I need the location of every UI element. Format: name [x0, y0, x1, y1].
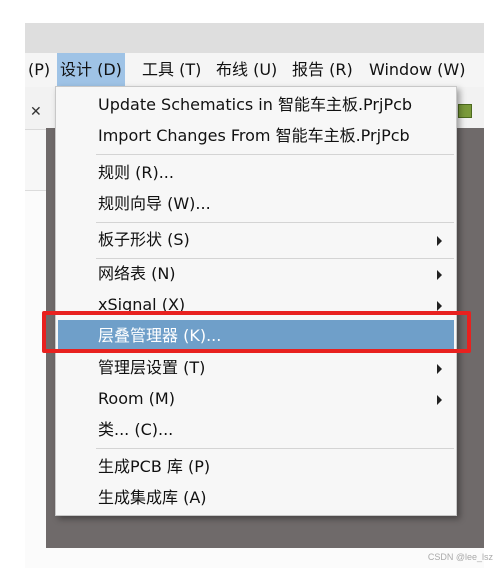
menu-item-label: Update Schematics in 智能车主板.PrjPcb [98, 95, 413, 114]
menu-item-label: 板子形状 (S) [98, 230, 190, 249]
annotation-highlight-box [42, 311, 471, 353]
menu-separator [96, 222, 454, 223]
layer-icon[interactable] [458, 104, 472, 118]
submenu-arrow-icon [437, 301, 442, 311]
submenu-arrow-icon [437, 364, 442, 374]
menu-item-label: 管理层设置 (T) [98, 358, 206, 377]
menu-route[interactable]: 布线 (U) [213, 53, 280, 87]
menu-item-label: 规则向导 (W)... [98, 194, 211, 213]
menu-design[interactable]: 设计 (D) [57, 53, 125, 87]
menu-tools[interactable]: 工具 (T) [139, 53, 204, 87]
menu-separator [96, 448, 454, 449]
menu-item-label: 生成PCB 库 (P) [98, 457, 211, 476]
menu-item-label: Room (M) [98, 389, 175, 408]
menu-item-label: 网络表 (N) [98, 264, 176, 283]
submenu-arrow-icon [437, 270, 442, 280]
menu-item-board-shape[interactable]: 板子形状 (S) [56, 224, 456, 255]
menu-item-classes[interactable]: 类... (C)... [56, 414, 456, 445]
menu-window[interactable]: Window (W) [366, 53, 468, 87]
menu-item-room[interactable]: Room (M) [56, 383, 456, 414]
submenu-arrow-icon [437, 236, 442, 246]
menu-reports[interactable]: 报告 (R) [289, 53, 356, 87]
menu-place[interactable]: (P) [25, 53, 53, 87]
menu-item-rule-wizard[interactable]: 规则向导 (W)... [56, 188, 456, 219]
menu-item-layer-settings[interactable]: 管理层设置 (T) [56, 352, 456, 383]
submenu-arrow-icon [437, 395, 442, 405]
menu-item-netlist[interactable]: 网络表 (N) [56, 258, 456, 289]
menu-item-make-pcb-library[interactable]: 生成PCB 库 (P) [56, 451, 456, 482]
menu-item-rules[interactable]: 规则 (R)... [56, 157, 456, 188]
menu-item-make-integrated-library[interactable]: 生成集成库 (A) [56, 482, 456, 513]
menu-item-label: Import Changes From 智能车主板.PrjPcb [98, 126, 410, 145]
menu-item-label: 生成集成库 (A) [98, 488, 207, 507]
close-icon[interactable]: ✕ [30, 104, 42, 120]
menu-bar: (P) 设计 (D) 工具 (T) 布线 (U) 报告 (R) Window (… [25, 53, 484, 87]
menu-separator [96, 154, 454, 155]
menu-item-import-changes[interactable]: Import Changes From 智能车主板.PrjPcb [56, 120, 456, 151]
menu-item-label: 规则 (R)... [98, 163, 174, 182]
watermark: CSDN @lee_lsz [427, 552, 493, 562]
status-area [25, 548, 484, 568]
menu-item-update-schematics[interactable]: Update Schematics in 智能车主板.PrjPcb [56, 89, 456, 120]
design-dropdown-menu: Update Schematics in 智能车主板.PrjPcb Import… [55, 86, 457, 516]
title-bar [25, 23, 484, 53]
menu-item-label: 类... (C)... [98, 420, 174, 439]
